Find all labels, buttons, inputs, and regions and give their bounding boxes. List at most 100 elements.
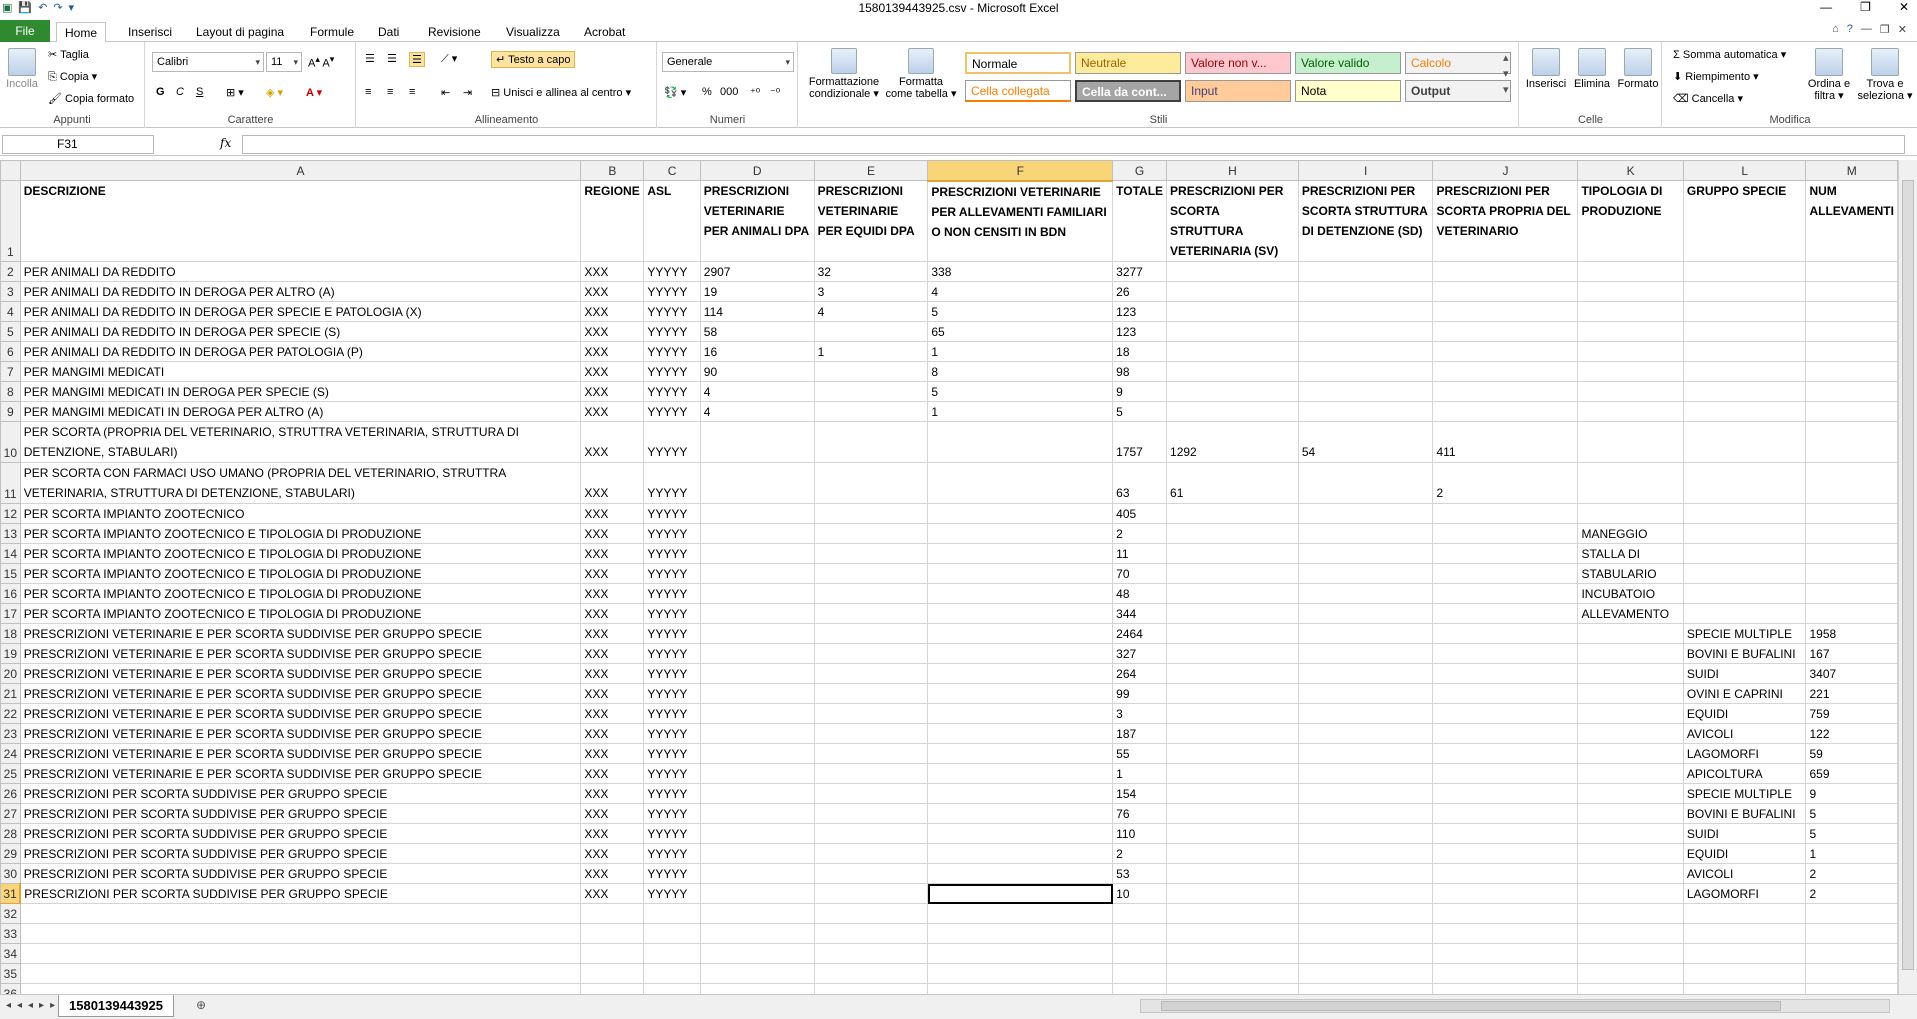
cell-h15[interactable] — [1166, 563, 1299, 584]
cell-c9[interactable]: YYYYY — [643, 401, 701, 422]
cell-f25[interactable] — [927, 763, 1114, 784]
cell-j13[interactable] — [1432, 523, 1579, 544]
cell-i35[interactable] — [1297, 963, 1434, 984]
cell-f7[interactable]: 8 — [927, 361, 1114, 382]
cell-b23[interactable]: XXX — [580, 723, 645, 744]
style-valore-non-valido[interactable]: Valore non v... — [1185, 52, 1291, 74]
cell-l36[interactable] — [1682, 983, 1807, 994]
cell-f35[interactable] — [927, 963, 1114, 984]
cell-f27[interactable] — [927, 803, 1114, 824]
cell-l3[interactable] — [1682, 281, 1807, 302]
cell-l18[interactable]: SPECIE MULTIPLE — [1682, 623, 1807, 644]
row-header[interactable]: 19 — [0, 643, 21, 664]
cell-e19[interactable] — [813, 643, 929, 664]
cell-i32[interactable] — [1297, 903, 1434, 924]
cell-c35[interactable] — [643, 963, 701, 984]
cell-i1[interactable]: PRESCRIZIONI PER SCORTA STRUTTURA DI DET… — [1297, 180, 1434, 262]
cell-h7[interactable] — [1166, 361, 1299, 382]
cell-j6[interactable] — [1432, 341, 1579, 362]
cell-c20[interactable]: YYYYY — [643, 663, 701, 684]
cell-c4[interactable]: YYYYY — [643, 301, 701, 322]
cell-l14[interactable] — [1682, 543, 1807, 564]
cell-d29[interactable] — [699, 843, 815, 864]
cell-f19[interactable] — [927, 643, 1114, 664]
row-header[interactable]: 12 — [0, 503, 21, 524]
cell-f2[interactable]: 338 — [927, 261, 1114, 282]
cell-b15[interactable]: XXX — [580, 563, 645, 584]
cell-c5[interactable]: YYYYY — [643, 321, 701, 342]
doc-restore-icon[interactable]: ❐ — [1880, 23, 1890, 36]
cell-c16[interactable]: YYYYY — [643, 583, 701, 604]
row-header[interactable]: 31 — [0, 883, 22, 904]
cell-b33[interactable] — [580, 923, 645, 944]
cell-c7[interactable]: YYYYY — [643, 361, 701, 382]
cell-b6[interactable]: XXX — [580, 341, 645, 362]
conditional-format-button[interactable]: Formattazione condizionale ▾ — [805, 48, 883, 100]
cell-b21[interactable]: XXX — [580, 683, 645, 704]
cell-f23[interactable] — [927, 723, 1114, 744]
cell-e14[interactable] — [813, 543, 929, 564]
cell-k14[interactable]: STALLA DI — [1577, 543, 1684, 564]
style-neutrale[interactable]: Neutrale — [1075, 52, 1181, 74]
cell-d32[interactable] — [699, 903, 815, 924]
cell-i15[interactable] — [1297, 563, 1434, 584]
cell-l28[interactable]: SUIDI — [1682, 823, 1807, 844]
clear-button[interactable]: ⌫ Cancella ▾ — [1673, 92, 1743, 105]
cell-h4[interactable] — [1166, 301, 1299, 322]
cell-l24[interactable]: LAGOMORFI — [1682, 743, 1807, 764]
cell-m20[interactable]: 3407 — [1805, 663, 1898, 684]
cell-d2[interactable]: 2907 — [699, 261, 815, 282]
sheet-tab-active[interactable]: 1580139443925 — [58, 995, 174, 1017]
bold-button[interactable]: G — [156, 86, 165, 98]
help-icon[interactable]: ? — [1847, 23, 1853, 36]
tab-layout[interactable]: Layout di pagina — [188, 22, 292, 42]
cell-h32[interactable] — [1166, 903, 1299, 924]
cell-j14[interactable] — [1432, 543, 1579, 564]
tab-formule[interactable]: Formule — [302, 22, 362, 42]
cell-m17[interactable] — [1805, 603, 1898, 624]
cell-e34[interactable] — [813, 943, 929, 964]
cell-i31[interactable] — [1297, 883, 1434, 904]
cell-e27[interactable] — [813, 803, 929, 824]
cell-d35[interactable] — [699, 963, 815, 984]
cell-k31[interactable] — [1577, 883, 1684, 904]
cell-f18[interactable] — [927, 623, 1114, 644]
cell-i26[interactable] — [1297, 783, 1434, 804]
cell-l30[interactable]: AVICOLI — [1682, 863, 1807, 884]
column-header-d[interactable]: D — [699, 160, 815, 181]
cell-f33[interactable] — [927, 923, 1114, 944]
cell-g14[interactable]: 11 — [1112, 543, 1168, 564]
cell-i33[interactable] — [1297, 923, 1434, 944]
cell-b26[interactable]: XXX — [580, 783, 645, 804]
cell-h20[interactable] — [1166, 663, 1299, 684]
cell-c21[interactable]: YYYYY — [643, 683, 701, 704]
cell-l35[interactable] — [1682, 963, 1807, 984]
cell-d31[interactable] — [699, 883, 815, 904]
cell-a14[interactable]: PER SCORTA IMPIANTO ZOOTECNICO E TIPOLOG… — [19, 543, 582, 564]
cell-i2[interactable] — [1297, 261, 1434, 282]
cell-e13[interactable] — [813, 523, 929, 544]
cell-a4[interactable]: PER ANIMALI DA REDDITO IN DEROGA PER SPE… — [19, 301, 582, 322]
cell-m12[interactable] — [1805, 503, 1898, 524]
cell-a33[interactable] — [19, 923, 582, 944]
cell-i24[interactable] — [1297, 743, 1434, 764]
cell-a30[interactable]: PRESCRIZIONI PER SCORTA SUDDIVISE PER GR… — [19, 863, 582, 884]
cell-h2[interactable] — [1166, 261, 1299, 282]
cell-m26[interactable]: 9 — [1805, 783, 1898, 804]
cell-g35[interactable] — [1112, 963, 1168, 984]
row-header[interactable]: 26 — [0, 783, 21, 804]
cell-a11[interactable]: PER SCORTA CON FARMACI USO UMANO (PROPRI… — [19, 462, 582, 504]
cell-j9[interactable] — [1432, 401, 1579, 422]
cell-b32[interactable] — [580, 903, 645, 924]
cell-g31[interactable]: 10 — [1112, 883, 1168, 904]
cell-k25[interactable] — [1577, 763, 1684, 784]
formula-input[interactable] — [242, 135, 1905, 154]
cell-d13[interactable] — [699, 523, 815, 544]
tab-inserisci[interactable]: Inserisci — [120, 22, 180, 42]
cell-h27[interactable] — [1166, 803, 1299, 824]
cell-f21[interactable] — [927, 683, 1114, 704]
cell-e23[interactable] — [813, 723, 929, 744]
cell-i3[interactable] — [1297, 281, 1434, 302]
cell-f34[interactable] — [927, 943, 1114, 964]
column-header-b[interactable]: B — [580, 160, 645, 181]
